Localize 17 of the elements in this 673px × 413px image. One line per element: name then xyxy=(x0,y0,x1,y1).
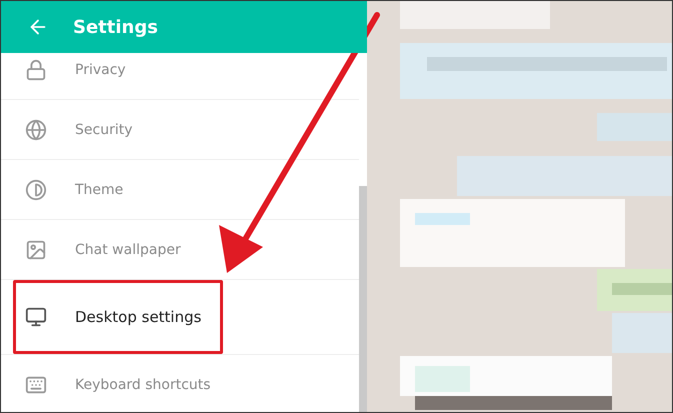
monitor-icon xyxy=(25,306,47,328)
scrollbar[interactable] xyxy=(359,186,367,412)
item-label: Privacy xyxy=(75,62,126,78)
settings-item[interactable]: Theme xyxy=(1,160,359,220)
settings-item[interactable]: Security xyxy=(1,100,359,160)
item-label: Keyboard shortcuts xyxy=(75,376,211,392)
item-label: Theme xyxy=(75,182,124,198)
settings-item[interactable]: Privacy xyxy=(1,53,359,100)
lock-icon xyxy=(25,58,47,80)
globe-icon xyxy=(25,118,47,140)
item-label: Chat wallpaper xyxy=(75,242,181,258)
image-icon xyxy=(25,238,47,260)
header-title: Settings xyxy=(73,16,158,38)
settings-item[interactable]: Desktop settings xyxy=(1,280,359,355)
item-label: Desktop settings xyxy=(75,308,202,326)
item-label: Security xyxy=(75,122,132,138)
contrast-icon xyxy=(25,178,47,200)
